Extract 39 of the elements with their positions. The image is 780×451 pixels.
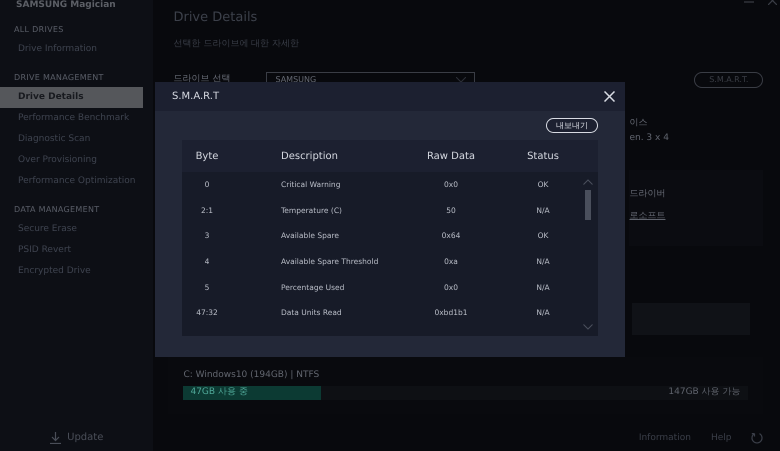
column-header: Status: [526, 150, 560, 164]
partition-label: C: Windows10 (194GB) | NTFS: [183, 368, 320, 382]
sidebar-item[interactable]: Over Provisioning: [0, 150, 154, 171]
app-title: SAMSUNG Magician: [15, 0, 117, 12]
sidebar-item[interactable]: Drive Details: [0, 87, 144, 108]
chevron-down-icon[interactable]: [583, 324, 593, 330]
page-description: 선택한 드라이브에 대한 자세한: [173, 38, 300, 51]
driver-label: 드라이버: [629, 188, 666, 200]
section-heading: DATA MANAGEMENT: [13, 204, 100, 216]
sidebar-item[interactable]: Encrypted Drive: [0, 261, 154, 282]
chevron-up-icon[interactable]: [583, 179, 593, 185]
section-heading: ALL DRIVES: [13, 24, 65, 36]
sidebar-item[interactable]: Secure Erase: [0, 219, 154, 240]
interface-label: 이스: [629, 116, 648, 130]
sidebar-item[interactable]: Performance Optimization: [0, 171, 154, 192]
drive-select-label: 드라이브 선택: [173, 73, 232, 86]
sidebar-item[interactable]: Diagnostic Scan: [0, 129, 154, 150]
driver-link[interactable]: 로소프트: [629, 211, 666, 221]
page-title: Drive Details: [173, 10, 258, 26]
footer-link[interactable]: Information: [638, 432, 691, 445]
scrollbar-thumb[interactable]: [585, 190, 591, 220]
export-button[interactable]: 내보내기: [546, 118, 598, 133]
dialog-title: S.M.A.R.T: [172, 90, 220, 104]
used-space-label: 47GB 사용 중: [189, 386, 248, 400]
free-space-label: 147GB 사용 가능: [668, 386, 742, 400]
footer-link[interactable]: Help: [710, 432, 732, 445]
smart-button[interactable]: S.M.A.R.T.: [694, 72, 764, 88]
interface-value: en. 3 x 4: [629, 132, 670, 145]
column-header: Raw Data: [426, 150, 476, 164]
column-header: Byte: [194, 150, 220, 164]
download-icon: [50, 432, 62, 444]
column-header: Description: [281, 150, 339, 164]
sidebar-item[interactable]: PSID Revert: [0, 240, 154, 261]
sidebar-item[interactable]: Performance Benchmark: [0, 108, 154, 129]
chevron-down-icon: [456, 77, 466, 83]
refresh-icon[interactable]: [751, 432, 764, 444]
sidebar-item[interactable]: Drive Information: [0, 39, 154, 60]
update-link[interactable]: Update: [67, 430, 104, 445]
section-heading: DRIVE MANAGEMENT: [13, 72, 105, 84]
